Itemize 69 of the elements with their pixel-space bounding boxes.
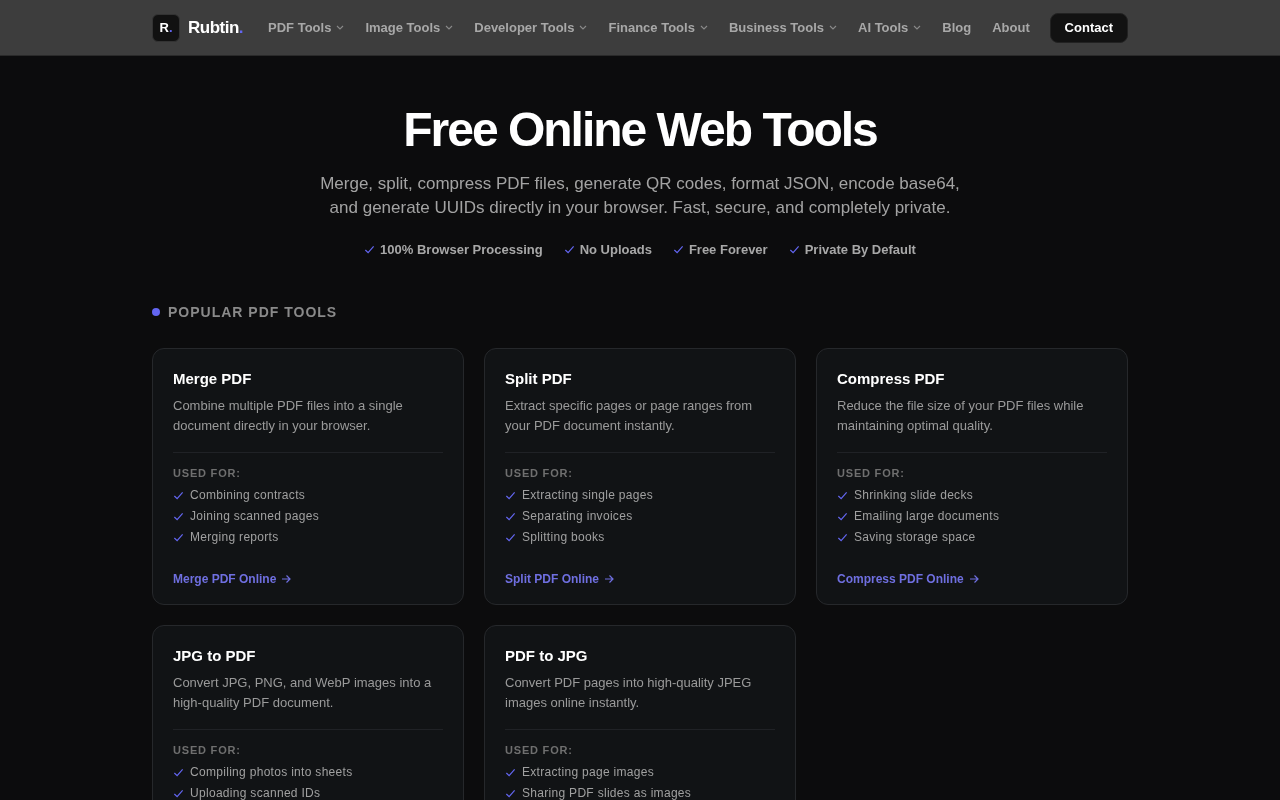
check-icon [788, 244, 800, 256]
card-description: Convert PDF pages into high-quality JPEG images online instantly. [505, 673, 753, 712]
nav-link[interactable]: Image Tools [365, 17, 454, 38]
hero-subtitle: Merge, split, compress PDF files, generate QR codes, format JSON, encode base64, and generate UUIDs directly in your browser. Fast, secure, and completely private. [319, 173, 961, 219]
check-icon [837, 489, 848, 501]
use-case: Separating invoices [522, 508, 633, 525]
used-for-label: USED FOR: [505, 742, 574, 758]
used-for-label: USED FOR: [837, 465, 906, 481]
tool-link[interactable]: Compress PDF Online [837, 570, 979, 588]
check-icon [672, 244, 684, 256]
use-case: Extracting page images [522, 764, 654, 781]
used-for-label: USED FOR: [173, 465, 242, 481]
use-case: Merging reports [190, 529, 279, 546]
check-icon [173, 766, 184, 778]
use-case: Sharing PDF slides as images [522, 785, 692, 800]
check-icon [173, 489, 184, 501]
check-icon [505, 489, 516, 501]
check-icon [563, 244, 575, 256]
nav-link[interactable]: PDF Tools [268, 17, 345, 38]
card-description: Combine multiple PDF files into a single document directly in your browser. [173, 396, 404, 435]
use-case: Shrinking slide decks [854, 487, 974, 504]
card-description: Extract specific pages or page ranges from your PDF document instantly. [505, 396, 754, 435]
nav-link[interactable]: Blog [942, 17, 972, 38]
check-icon [505, 531, 516, 543]
use-case: Compiling photos into sheets [190, 764, 353, 781]
check-icon [505, 787, 516, 799]
check-icon [173, 531, 184, 543]
logo-mark[interactable]: R. [152, 13, 180, 42]
card-title: Compress PDF [837, 368, 946, 389]
card-title: Merge PDF [173, 368, 253, 389]
use-case: Combining contracts [190, 487, 306, 504]
nav-link[interactable]: About [992, 17, 1030, 38]
check-icon [173, 787, 184, 799]
check-icon [505, 766, 516, 778]
check-icon [837, 510, 848, 522]
nav-link[interactable]: Finance Tools [608, 17, 708, 38]
arrow-right-icon [968, 574, 979, 584]
use-case: Splitting books [522, 529, 605, 546]
arrow-right-icon [604, 574, 614, 584]
card-title: JPG to PDF [173, 645, 257, 666]
use-case: Uploading scanned IDs [190, 785, 321, 800]
arrow-right-icon [281, 574, 292, 584]
feature-label: 100% Browser Processing [380, 241, 543, 259]
use-case: Saving storage space [854, 529, 976, 546]
contact-button[interactable]: Contact [1049, 12, 1128, 43]
use-case: Extracting single pages [522, 487, 653, 504]
check-icon [837, 531, 848, 543]
tool-link[interactable]: Merge PDF Online [173, 570, 292, 588]
nav-link[interactable]: Business Tools [728, 17, 837, 38]
nav-link[interactable]: Developer Tools [474, 17, 588, 38]
card-title: Split PDF [505, 368, 573, 389]
nav-link[interactable]: AI Tools [858, 17, 922, 38]
use-case: Emailing large documents [854, 508, 1000, 525]
used-for-label: USED FOR: [505, 465, 574, 481]
feature-label: Free Forever [688, 241, 768, 259]
tool-link[interactable]: Split PDF Online [505, 570, 614, 588]
check-icon [505, 510, 516, 522]
card-title: PDF to JPG [505, 645, 589, 666]
used-for-label: USED FOR: [173, 742, 242, 758]
check-icon [173, 510, 184, 522]
feature-label: Private By Default [804, 241, 916, 259]
feature-label: No Uploads [579, 241, 652, 259]
use-case: Joining scanned pages [190, 508, 320, 525]
card-description: Reduce the file size of your PDF files while maintaining optimal quality. [837, 396, 1085, 435]
brand-name[interactable]: Rubtin. [188, 14, 244, 41]
hero-title: Free Online Web Tools [402, 102, 878, 158]
check-icon [364, 244, 376, 256]
card-description: Convert JPG, PNG, and WebP images into a high-quality PDF document. [173, 673, 433, 712]
section-title: POPULAR PDF TOOLS [168, 302, 338, 322]
